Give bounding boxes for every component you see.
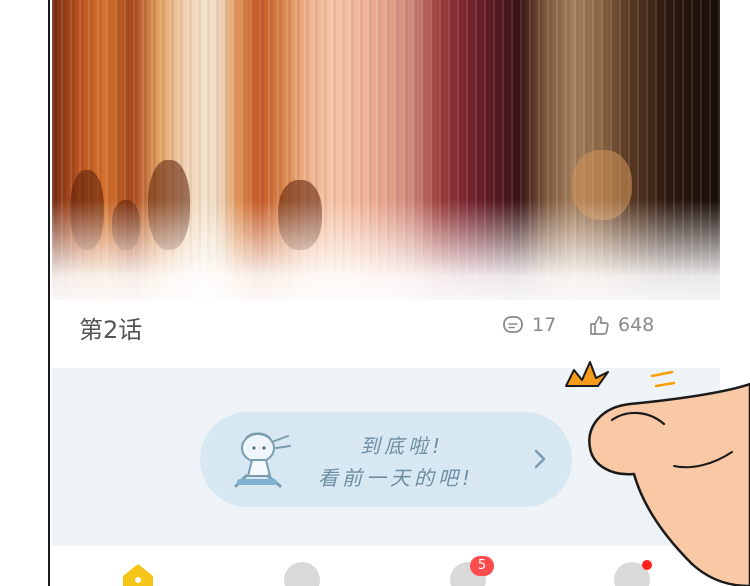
like-count: 648 [618, 314, 655, 336]
comic-panel: 第2话 17 648 [52, 0, 720, 368]
message-badge: 5 [470, 556, 494, 576]
nav-discover[interactable] [282, 560, 322, 586]
discover-icon [284, 562, 320, 586]
comment-count: 17 [532, 314, 557, 336]
nav-messages[interactable]: 5 [448, 556, 494, 586]
left-frame-line [48, 0, 50, 586]
nav-home[interactable] [118, 560, 158, 586]
thumbs-up-icon [590, 316, 609, 335]
chevron-right-icon [534, 449, 546, 469]
previous-day-button[interactable]: 到底啦! 看前一天的吧! [200, 412, 572, 507]
like-stat[interactable]: 648 [588, 314, 654, 336]
home-icon [123, 564, 153, 586]
episode-title: 第2话 [79, 316, 143, 344]
comment-stat[interactable]: 17 [502, 314, 556, 336]
comment-icon [503, 316, 523, 333]
pointing-hand-illustration [565, 361, 750, 586]
end-message-line2: 看前一天的吧! [318, 466, 475, 490]
end-message-line1: 到底啦! [360, 434, 445, 458]
mascot-icon [234, 432, 291, 488]
